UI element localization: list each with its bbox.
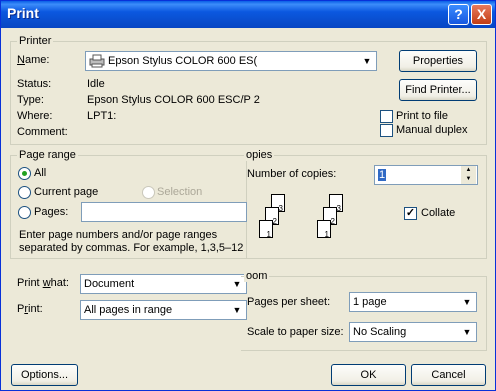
- collate-label: Collate: [421, 207, 456, 219]
- number-of-copies-value: 1: [378, 169, 387, 181]
- where-value: LPT1:: [87, 110, 117, 122]
- type-label: Type:: [17, 94, 44, 106]
- dialog-title: Print: [7, 5, 39, 21]
- selection-radio[interactable]: [142, 186, 155, 199]
- all-pages-label: All: [34, 167, 47, 179]
- type-value: Epson Stylus COLOR 600 ESC/P 2: [87, 94, 260, 106]
- zoom-group-label: oom: [244, 270, 270, 282]
- print-what-value: Document: [84, 278, 135, 290]
- pages-radio[interactable]: [18, 206, 31, 219]
- printer-name-label: Name:: [17, 54, 50, 66]
- print-to-file-label: Print to file: [396, 110, 448, 122]
- current-page-label: Current page: [34, 186, 99, 198]
- collate-page: 1: [317, 220, 331, 239]
- print-what-label: Print what:: [17, 277, 69, 289]
- status-value: Idle: [87, 78, 105, 90]
- number-of-copies-label: Number of copies:: [247, 168, 337, 180]
- print-what-select[interactable]: Document ▼: [80, 274, 247, 294]
- print-label: Print:: [17, 303, 43, 315]
- print-dialog: Print ? X Printer Name: Epson Stylus COL…: [0, 0, 496, 391]
- selection-label: Selection: [157, 186, 203, 198]
- collate-illustration: 3 2 1 3 2 1: [259, 194, 359, 249]
- page-range-hint-line1: Enter page numbers and/or page ranges: [19, 229, 218, 241]
- spin-up-icon[interactable]: ▲: [461, 166, 476, 175]
- print-to-file-checkbox[interactable]: [380, 110, 393, 123]
- printer-name-value: Epson Stylus COLOR 600 ES(: [108, 55, 258, 67]
- pages-input[interactable]: [81, 202, 247, 222]
- options-button[interactable]: Options...: [11, 364, 78, 386]
- copies-group-label: opies: [244, 149, 275, 161]
- title-bar[interactable]: Print ? X: [1, 1, 495, 28]
- close-button[interactable]: X: [471, 4, 492, 25]
- help-icon: ?: [454, 6, 463, 22]
- pages-per-sheet-value: 1 page: [353, 296, 387, 308]
- scale-to-paper-select[interactable]: No Scaling ▼: [349, 322, 477, 342]
- manual-duplex-checkbox[interactable]: [380, 124, 393, 137]
- print-value: All pages in range: [84, 304, 173, 316]
- printer-icon: [89, 54, 105, 68]
- number-of-copies-input[interactable]: 1 ▲ ▼: [374, 165, 478, 185]
- scale-to-paper-label: Scale to paper size:: [247, 326, 344, 338]
- close-icon: X: [476, 6, 487, 22]
- manual-duplex-label: Manual duplex: [396, 124, 468, 136]
- collate-checkbox[interactable]: ✓: [404, 207, 417, 220]
- pages-per-sheet-label: Pages per sheet:: [247, 296, 331, 308]
- printer-group-label: Printer: [17, 35, 54, 47]
- find-printer-button[interactable]: Find Printer...: [399, 79, 477, 101]
- properties-button[interactable]: Properties: [399, 50, 477, 72]
- pages-label: Pages:: [34, 206, 69, 218]
- page-range-group-label: Page range: [17, 149, 78, 161]
- where-label: Where:: [17, 110, 53, 122]
- spin-down-icon[interactable]: ▼: [461, 175, 476, 184]
- all-pages-radio[interactable]: [18, 167, 31, 180]
- current-page-radio[interactable]: [18, 186, 31, 199]
- printer-name-select[interactable]: Epson Stylus COLOR 600 ES( ▼: [85, 51, 377, 71]
- help-button[interactable]: ?: [448, 4, 469, 25]
- status-label: Status:: [17, 78, 52, 90]
- cancel-button[interactable]: Cancel: [411, 364, 486, 386]
- chevron-down-icon: ▼: [459, 324, 475, 340]
- scale-to-paper-value: No Scaling: [353, 326, 407, 338]
- comment-label: Comment:: [17, 126, 68, 138]
- pages-per-sheet-select[interactable]: 1 page ▼: [349, 292, 477, 312]
- print-select[interactable]: All pages in range ▼: [80, 300, 247, 320]
- collate-page: 1: [259, 220, 273, 239]
- ok-button[interactable]: OK: [331, 364, 406, 386]
- chevron-down-icon: ▼: [459, 294, 475, 310]
- page-range-hint-line2: separated by commas. For example, 1,3,5–…: [19, 242, 244, 254]
- chevron-down-icon: ▼: [359, 53, 375, 69]
